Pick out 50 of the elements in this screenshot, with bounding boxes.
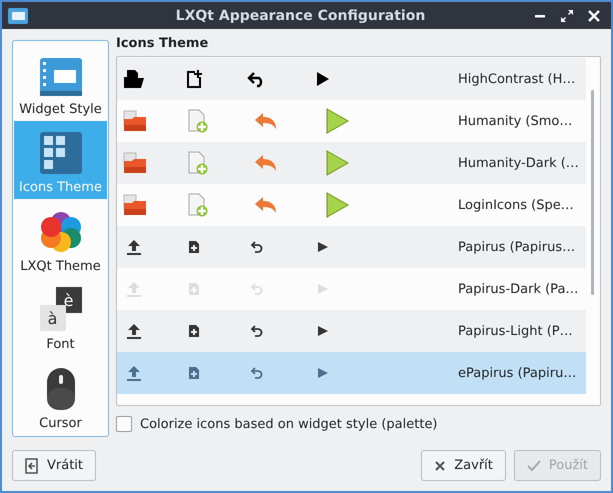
close-icon bbox=[434, 460, 446, 472]
window-icon bbox=[40, 58, 82, 96]
close-button[interactable]: Zavřít bbox=[421, 450, 506, 481]
play-icon bbox=[325, 150, 349, 176]
flower-icon bbox=[40, 210, 82, 253]
category-item[interactable]: Widget Style bbox=[14, 42, 107, 121]
window-title: LXQt Appearance Configuration bbox=[174, 8, 426, 24]
reset-button[interactable]: Vrátit bbox=[12, 450, 96, 481]
scrollbar-thumb[interactable] bbox=[591, 90, 594, 295]
checkbox-label: Colorize icons based on widget style (palette) bbox=[140, 416, 438, 432]
theme-name: Papirus (Papirus… bbox=[458, 240, 576, 254]
window-icon bbox=[8, 8, 28, 24]
theme-row[interactable]: HighContrast (H… bbox=[117, 58, 586, 100]
theme-name: LoginIcons (Spe… bbox=[458, 198, 575, 212]
font-sample: à bbox=[40, 305, 66, 332]
category-item[interactable]: Cursor bbox=[14, 356, 107, 435]
folder-icon bbox=[123, 110, 147, 132]
grid-icon bbox=[40, 132, 82, 174]
theme-name: Papirus-Light (P… bbox=[458, 324, 574, 338]
new-file-icon bbox=[187, 151, 209, 175]
maximize-icon[interactable] bbox=[560, 8, 574, 22]
category-item[interactable]: è à Font bbox=[14, 278, 107, 356]
theme-row[interactable]: ePapirus (Papiru… bbox=[117, 352, 586, 394]
theme-name: Humanity (Smo… bbox=[458, 114, 574, 128]
revert-icon bbox=[25, 458, 39, 474]
theme-name: ePapirus (Papiru… bbox=[458, 366, 578, 380]
undo-icon bbox=[253, 111, 279, 131]
theme-name: HighContrast (H… bbox=[458, 72, 576, 86]
folder-icon bbox=[123, 152, 147, 174]
new-file-icon bbox=[187, 109, 209, 133]
new-file-icon bbox=[185, 69, 203, 89]
checkmark-icon bbox=[526, 460, 541, 472]
undo-icon bbox=[253, 195, 279, 215]
checkbox[interactable] bbox=[116, 416, 132, 432]
theme-row[interactable]: Papirus-Light (P… bbox=[117, 310, 586, 352]
folder-icon bbox=[123, 194, 147, 216]
new-file-icon bbox=[187, 193, 209, 217]
section-title: Icons Theme bbox=[116, 36, 210, 51]
undo-icon bbox=[253, 153, 279, 173]
play-icon bbox=[325, 108, 349, 134]
mouse-icon bbox=[46, 368, 74, 410]
play-icon bbox=[325, 192, 349, 218]
folder-icon bbox=[123, 69, 145, 89]
colorize-checkbox[interactable]: Colorize icons based on widget style (palette) bbox=[116, 416, 601, 432]
theme-row[interactable]: Papirus (Papirus… bbox=[117, 226, 586, 268]
theme-row[interactable]: Humanity-Dark (… bbox=[117, 142, 586, 184]
close-icon[interactable] bbox=[587, 8, 601, 22]
theme-name: Humanity-Dark (… bbox=[458, 156, 580, 170]
theme-name: Papirus-Dark (Pa… bbox=[458, 282, 580, 296]
category-item[interactable]: LXQt Theme bbox=[14, 199, 107, 278]
